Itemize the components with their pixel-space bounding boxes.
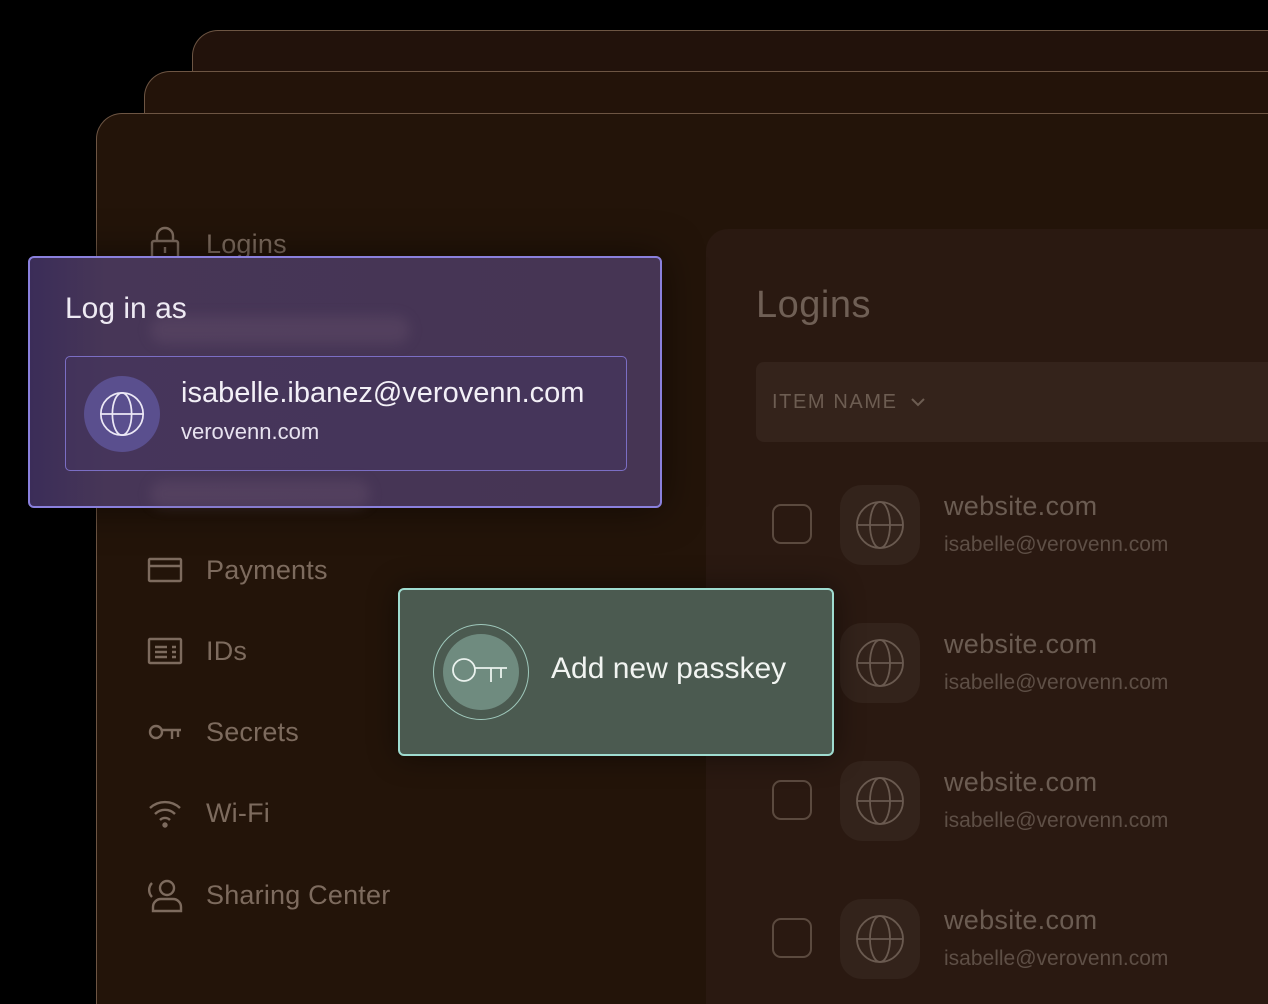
account-domain: verovenn.com [181,419,320,444]
row-checkbox[interactable] [772,918,812,958]
popup-title: Log in as [65,292,187,325]
wifi-icon [146,794,184,832]
account-option[interactable]: isabelle.ibanez@verovenn.com verovenn.co… [65,356,627,471]
sidebar-item-payments[interactable]: Payments [146,550,328,590]
sharing-icon [146,876,184,914]
sidebar-item-secrets[interactable]: Secrets [146,712,299,752]
chevron-down-icon [910,398,925,407]
card-icon [146,551,184,589]
row-username: isabelle@verovenn.com [944,809,1169,832]
sidebar-item-ids[interactable]: IDs [146,631,247,671]
key-icon [146,713,184,751]
key-icon [443,634,519,710]
sidebar-item-label: Secrets [206,716,299,747]
sidebar-item-label: Payments [206,554,328,585]
row-site: website.com [944,905,1098,935]
login-as-popup: Log in as isabelle.ibanez@verovenn.com v… [28,256,662,508]
globe-icon [840,485,920,565]
globe-icon [840,761,920,841]
sidebar-item-label: IDs [206,635,248,666]
row-site: website.com [944,767,1098,797]
sidebar-item-label: Sharing Center [206,879,391,910]
sidebar-item-sharing-center[interactable]: Sharing Center [146,875,390,915]
row-site: website.com [944,491,1098,521]
column-header-label: ITEM NAME [772,390,898,413]
sort-item-name-header[interactable]: ITEM NAME [756,362,1268,442]
row-username: isabelle@verovenn.com [944,671,1169,694]
row-username: isabelle@verovenn.com [944,947,1169,970]
sidebar-item-label: Logins [206,228,287,259]
id-card-icon [146,632,184,670]
row-site: website.com [944,629,1098,659]
panel-title: Logins [756,284,871,326]
app-stage: Logins Payments IDs Secrets Wi-Fi Sharin… [0,0,1268,1004]
passkey-icon-ring [433,624,529,720]
row-checkbox[interactable] [772,504,812,544]
list-item[interactable]: website.com isabelle@verovenn.com [772,761,1268,841]
row-username: isabelle@verovenn.com [944,533,1169,556]
globe-icon [840,623,920,703]
list-item[interactable]: website.com isabelle@verovenn.com [772,623,1268,703]
globe-icon [840,899,920,979]
passkey-label: Add new passkey [551,652,787,685]
globe-icon [84,376,160,452]
blurred-background [150,316,410,344]
list-item[interactable]: website.com isabelle@verovenn.com [772,485,1268,565]
blurred-background [150,480,370,508]
row-checkbox[interactable] [772,780,812,820]
list-item[interactable]: website.com isabelle@verovenn.com [772,899,1268,979]
account-email: isabelle.ibanez@verovenn.com [181,377,585,409]
sidebar-item-label: Wi-Fi [206,797,270,828]
sidebar-item-wifi[interactable]: Wi-Fi [146,793,270,833]
add-new-passkey-button[interactable]: Add new passkey [398,588,834,756]
